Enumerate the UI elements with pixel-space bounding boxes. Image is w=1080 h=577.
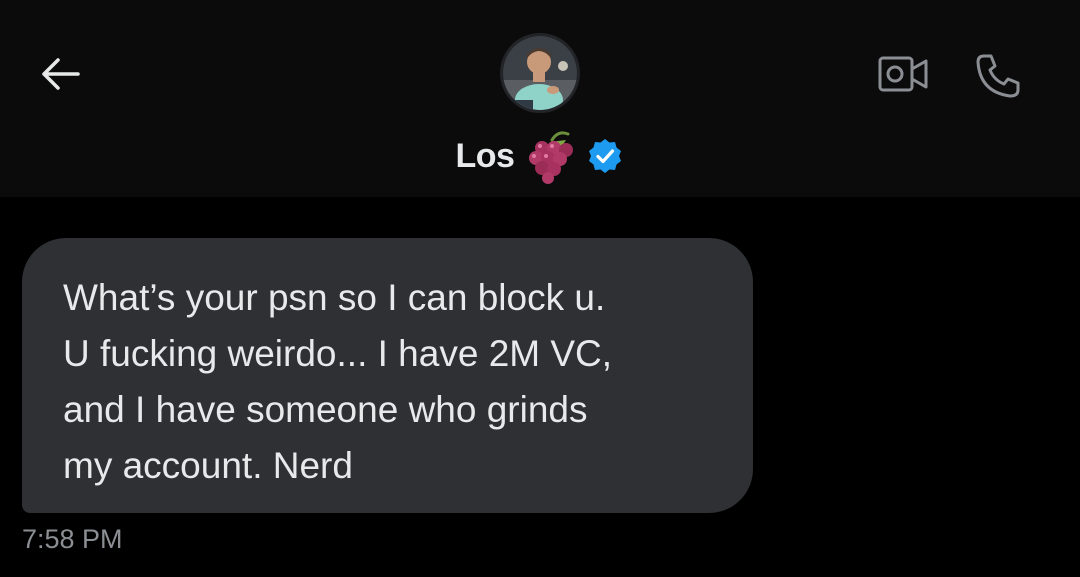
- dm-conversation-screen: Los What’s your psn so I can block u. U …: [0, 0, 1080, 577]
- back-button[interactable]: [36, 50, 84, 98]
- video-call-button[interactable]: [876, 52, 932, 96]
- grapes-icon: [529, 131, 574, 184]
- arrow-left-icon: [42, 58, 80, 90]
- profile-photo: [503, 36, 577, 110]
- message-text: What’s your psn so I can block u. U fuck…: [63, 277, 613, 486]
- verified-badge-icon: [589, 139, 622, 173]
- voice-call-button[interactable]: [972, 50, 1024, 100]
- video-camera-icon: [878, 56, 928, 92]
- phone-icon: [976, 54, 1020, 98]
- contact-name-row[interactable]: Los: [0, 128, 1080, 184]
- message-timestamp: 7:58 PM: [22, 524, 123, 554]
- contact-name: Los: [455, 136, 515, 175]
- contact-avatar[interactable]: [500, 33, 580, 113]
- message-bubble[interactable]: What’s your psn so I can block u. U fuck…: [22, 238, 753, 513]
- conversation-header: Los: [0, 0, 1080, 197]
